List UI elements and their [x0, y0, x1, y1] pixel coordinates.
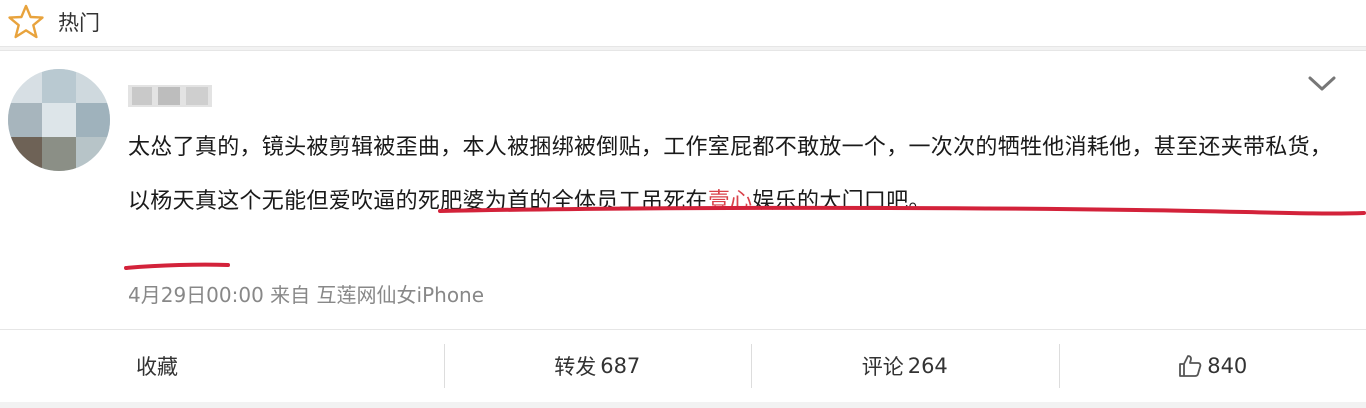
repost-count: 687	[600, 354, 641, 378]
like-count: 840	[1207, 354, 1248, 378]
header-title: 热门	[58, 11, 100, 35]
comment-label: 评论	[861, 355, 904, 379]
collect-label: 收藏	[136, 355, 178, 379]
collect-button[interactable]: 收藏	[0, 330, 444, 402]
post-card: 太怂了真的，镜头被剪辑被歪曲，本人被捆绑被倒贴，工作室屁都不敢放一个，一次次的牺…	[0, 50, 1366, 330]
avatar[interactable]	[8, 69, 110, 171]
repost-button[interactable]: 转发 687	[443, 330, 752, 402]
star-icon[interactable]	[6, 2, 46, 42]
repost-label: 转发	[554, 355, 597, 379]
chevron-down-icon[interactable]	[1304, 71, 1340, 95]
thumb-up-icon	[1179, 355, 1202, 377]
like-button[interactable]: 840	[1058, 330, 1366, 402]
red-underline	[438, 205, 1366, 216]
header-bar: 热门	[0, 0, 1366, 47]
action-bar: 收藏 转发 687 评论 264 840	[0, 330, 1366, 402]
comment-count: 264	[907, 354, 948, 378]
username-blurred[interactable]	[128, 81, 212, 111]
red-underline-2	[124, 262, 230, 270]
comment-button[interactable]: 评论 264	[751, 330, 1059, 402]
post-meta: 4月29日00:00 来自 互莲网仙女iPhone	[128, 283, 485, 307]
